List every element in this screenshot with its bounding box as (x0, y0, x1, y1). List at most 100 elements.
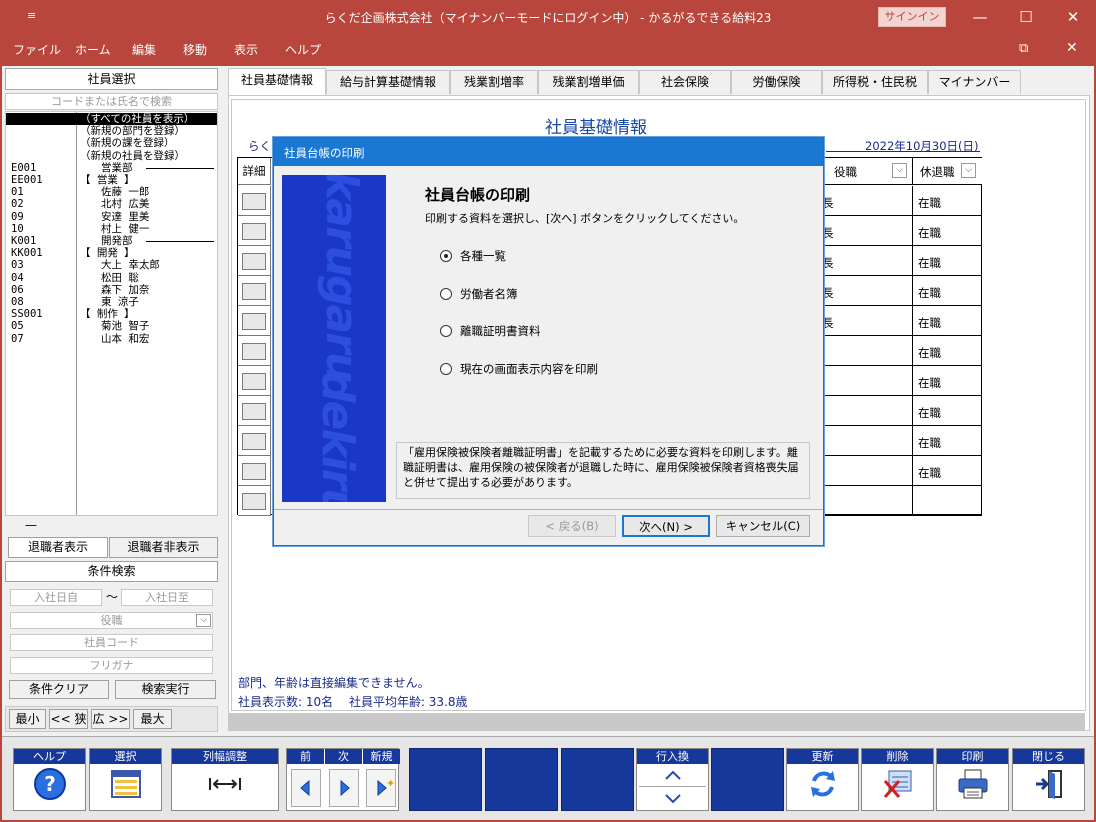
column-width-button[interactable]: 列幅調整 (171, 748, 279, 811)
next-button[interactable]: 次へ(N) > (622, 515, 710, 537)
detail-button[interactable] (242, 253, 266, 270)
table-row[interactable]: 在職 (822, 336, 982, 366)
tab-overtime-unit-price[interactable]: 残業割増単価 (538, 70, 639, 94)
close-doc-icon[interactable]: ✕ (1066, 40, 1078, 56)
option-various-lists[interactable]: 各種一覧 (440, 248, 506, 264)
width-max-button[interactable]: 最大 (133, 709, 172, 729)
table-row[interactable]: 在職 (822, 426, 982, 456)
list-item[interactable]: 10 村上 健一 (6, 223, 217, 235)
furigana-input[interactable]: フリガナ (10, 657, 213, 674)
list-item[interactable]: KK001 【 開発 】 (6, 247, 217, 259)
list-item[interactable]: E001 営業部 (6, 162, 217, 174)
list-item[interactable]: 08 東 涼子 (6, 296, 217, 308)
collapse-dash[interactable]: — (25, 518, 37, 532)
show-retired-button[interactable]: 退職者表示 (8, 537, 108, 558)
list-item[interactable]: 03 大上 幸太郎 (6, 259, 217, 271)
cancel-button[interactable]: キャンセル(C) (716, 515, 810, 537)
table-row[interactable]: 長在職 (822, 186, 982, 216)
signin-button[interactable]: サインイン (878, 7, 946, 27)
option-print-screen[interactable]: 現在の画面表示内容を印刷 (440, 361, 598, 377)
minimize-button[interactable]: — (957, 0, 1003, 34)
tab-my-number[interactable]: マイナンバー (928, 70, 1021, 94)
table-row[interactable]: 長在職 (822, 216, 982, 246)
table-row[interactable]: 在職 (822, 366, 982, 396)
radio-selected-icon[interactable] (440, 250, 452, 262)
list-item[interactable]: 02 北村 広美 (6, 198, 217, 210)
list-item[interactable]: SS001 【 制作 】 (6, 308, 217, 320)
detail-button[interactable] (242, 193, 266, 210)
list-item[interactable]: 06 森下 加奈 (6, 284, 217, 296)
list-item[interactable]: 09 安達 里美 (6, 211, 217, 223)
row-swap-button[interactable]: 行入換 (636, 748, 709, 811)
list-item[interactable]: 07 山本 和宏 (6, 333, 217, 345)
tab-overtime-rate[interactable]: 残業割増率 (450, 70, 538, 94)
table-row[interactable]: 長在職 (822, 306, 982, 336)
detail-button[interactable] (242, 403, 266, 420)
table-row[interactable]: 在職 (822, 456, 982, 486)
prev-button[interactable] (291, 769, 321, 807)
option-separation-cert[interactable]: 離職証明書資料 (440, 323, 541, 339)
maximize-button[interactable]: ☐ (1003, 0, 1049, 34)
employee-code-input[interactable]: 社員コード (10, 634, 213, 651)
menu-move[interactable]: 移動 (183, 41, 207, 58)
list-item[interactable]: （新規の社員を登録） (6, 150, 217, 162)
detail-button[interactable] (242, 223, 266, 240)
tab-income-tax[interactable]: 所得税・住民税 (822, 70, 928, 94)
menu-file[interactable]: ファイル (13, 41, 61, 58)
detail-button[interactable] (242, 493, 266, 510)
radio-icon[interactable] (440, 325, 452, 337)
radio-icon[interactable] (440, 288, 452, 300)
menu-help[interactable]: ヘルプ (285, 41, 321, 58)
detail-button[interactable] (242, 343, 266, 360)
list-item[interactable]: （新規の部門を登録） (6, 125, 217, 137)
list-item[interactable]: K001 開発部 (6, 235, 217, 247)
detail-button[interactable] (242, 373, 266, 390)
back-button[interactable]: < 戻る(B) (528, 515, 616, 537)
detail-button[interactable] (242, 463, 266, 480)
run-search-button[interactable]: 検索実行 (115, 680, 216, 699)
print-button[interactable]: 印刷 (936, 748, 1009, 811)
detail-button[interactable] (242, 283, 266, 300)
radio-icon[interactable] (440, 363, 452, 375)
tab-social-insurance[interactable]: 社会保険 (639, 70, 731, 94)
tab-payroll-basis[interactable]: 給与計算基礎情報 (326, 70, 450, 94)
row-up-icon[interactable] (639, 766, 706, 787)
employee-search-input[interactable]: コードまたは氏名で検索 (5, 93, 218, 110)
list-item[interactable]: （新規の課を登録） (6, 137, 217, 149)
help-button[interactable]: ヘルプ ? (13, 748, 86, 811)
option-worker-register[interactable]: 労働者名簿 (440, 286, 518, 302)
restore-icon[interactable]: ⧉ (1019, 41, 1028, 56)
join-date-from-input[interactable]: 入社日自 (10, 589, 102, 606)
close-window-button[interactable]: ✕ (1050, 0, 1096, 34)
list-item[interactable]: 01 佐藤 一郎 (6, 186, 217, 198)
table-row[interactable]: 長在職 (822, 276, 982, 306)
width-min-button[interactable]: 最小 (9, 709, 46, 729)
list-item[interactable]: EE001 【 営業 】 (6, 174, 217, 186)
list-item[interactable]: 04 松田 聡 (6, 272, 217, 284)
width-wide-button[interactable]: 広 >> (91, 709, 130, 729)
detail-button[interactable] (242, 313, 266, 330)
tab-labor-insurance[interactable]: 労働保険 (731, 70, 822, 94)
position-filter-icon[interactable]: ⌵ (892, 163, 907, 178)
hide-retired-button[interactable]: 退職者非表示 (109, 537, 218, 558)
chevron-down-icon[interactable]: ⌵ (196, 614, 211, 627)
menu-home[interactable]: ホーム (75, 41, 111, 58)
table-row[interactable]: 長在職 (822, 246, 982, 276)
horizontal-scrollbar[interactable] (229, 713, 1085, 730)
detail-button[interactable] (242, 433, 266, 450)
list-item[interactable]: 05 菊池 智子 (6, 320, 217, 332)
status-filter-icon[interactable]: ⌵ (961, 163, 976, 178)
update-button[interactable]: 更新 (786, 748, 859, 811)
tab-basic-info[interactable]: 社員基礎情報 (228, 68, 326, 95)
position-select[interactable]: 役職 ⌵ (10, 612, 213, 629)
next-button[interactable] (329, 769, 359, 807)
table-row[interactable] (822, 486, 982, 516)
width-narrow-button[interactable]: << 狭 (49, 709, 88, 729)
row-down-icon[interactable] (639, 789, 706, 809)
new-button[interactable]: ✦ (366, 769, 396, 807)
select-button[interactable]: 選択 (89, 748, 162, 811)
join-date-to-input[interactable]: 入社日至 (121, 589, 213, 606)
menu-view[interactable]: 表示 (234, 41, 258, 58)
clear-conditions-button[interactable]: 条件クリア (9, 680, 109, 699)
delete-button[interactable]: 削除 (861, 748, 934, 811)
